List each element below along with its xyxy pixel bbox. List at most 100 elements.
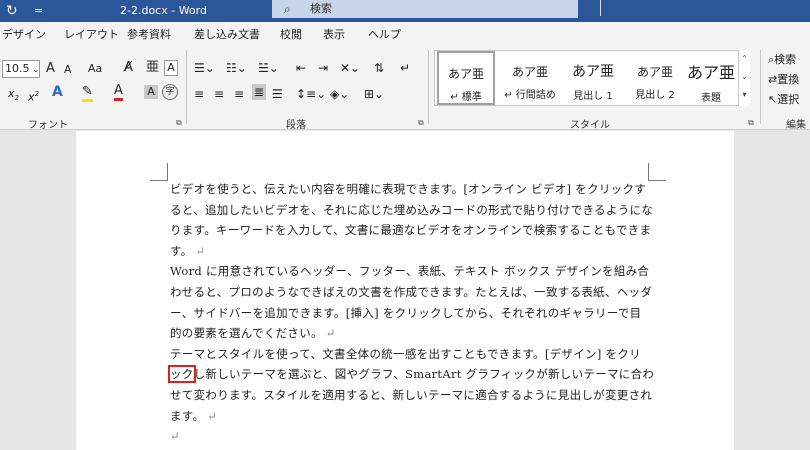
select-label: 選択 [777,93,800,106]
text-line-content: せて変わります。スタイルを適用すると、新しいテーマに適合するように見出しが変更さ… [170,387,653,402]
numbering-icon[interactable]: ☷⌄ [226,60,247,76]
decrease-indent-icon[interactable]: ⇤ [296,60,306,76]
tab-mailings[interactable]: 差し込み文書 [194,26,260,42]
borders-icon[interactable]: ⊞⌄ [364,86,384,102]
tab-references[interactable]: 参考資料 [127,26,171,42]
style-sample: あア亜 [572,64,614,80]
font-size-select[interactable]: 10.5 ⌄ [2,60,40,78]
char-border-button[interactable]: A [164,60,178,76]
text-line-content: Word に用意されているヘッダー、フッター、表紙、テキスト ボックス デザイン… [170,264,650,279]
change-case-button[interactable]: Aa [88,61,102,77]
find-button[interactable]: ⌕検索 [768,52,796,68]
style-name-text: 見出し 1 [573,91,613,102]
styles-group-label: スタイル [570,120,610,131]
scroll-down-icon[interactable]: ⌄ [739,68,750,86]
style-title[interactable]: あア亜 表題 [683,51,739,105]
grow-font-button[interactable]: A [46,61,55,77]
bullets-icon[interactable]: ☰⌄ [194,60,215,76]
text-line-content: ー、サイドバーを追加できます。[挿入] をクリックしてから、それぞれのギャラリー… [170,305,642,320]
superscript-button[interactable]: x2 [28,86,39,106]
text-line-content: ります。キーワードを入力して、文書に最適なビデオをオンラインで検索することもでき… [170,223,652,238]
style-sample: あア亜 [636,65,673,79]
shrink-font-button[interactable]: A [64,62,72,78]
text-line: 的の要素を選んでください。 ↵ [170,323,646,344]
font-color-button[interactable]: A [114,84,123,101]
text-line-content: す。 [170,243,193,258]
margin-corner-mark [150,163,168,181]
justify-icon[interactable]: ≣ [252,84,267,100]
text-line: ー、サイドバーを追加できます。[挿入] をクリックしてから、それぞれのギャラリー… [170,303,646,324]
font-dialog-launcher-icon[interactable]: ⧉ [176,118,182,128]
multilevel-list-icon[interactable]: ☱⌄ [258,60,279,76]
replace-label: 置換 [777,73,800,86]
replace-button[interactable]: ⇄置換 [768,72,799,88]
scroll-up-icon[interactable]: ⌃ [739,50,750,68]
increase-indent-icon[interactable]: ⇥ [318,60,328,76]
text-line: テーマとスタイルを使って、文書全体の統一感を出すこともできます。[デザイン] を… [170,344,646,365]
tab-review[interactable]: 校閲 [280,26,302,42]
enclose-char-button[interactable]: 字 [162,84,178,100]
style-name-text: 見出し 2 [635,90,675,101]
distributed-icon[interactable]: ☰ [272,86,283,102]
style-name: ↵ 行間詰め [499,86,561,101]
text-line: Word に用意されているヘッダー、フッター、表紙、テキスト ボックス デザイン… [170,261,650,282]
style-no-spacing[interactable]: あア亜 ↵ 行間詰め [499,51,561,105]
phonetic-guide-icon[interactable]: 亜 [146,60,159,76]
line-spacing-icon[interactable]: ↕≡⌄ [296,86,326,102]
text-line: す。 ↵ [170,241,646,262]
show-marks-icon[interactable]: ↵ [400,60,410,76]
document-page[interactable]: ビデオを使うと、伝えたい内容を明確に表現できます。[オンライン ビデオ] をクリ… [76,131,734,450]
text-line: せて変わります。スタイルを適用すると、新しいテーマに適合するように見出しが変更さ… [170,385,652,406]
text-line-content: 的の要素を選んでください。 [170,326,323,341]
search-box[interactable]: ⌕ 検索 [272,0,578,18]
quick-access-customize-button[interactable]: = [34,2,43,20]
style-name-text: 標準 [461,92,482,103]
char-shading-button[interactable]: A [144,85,158,99]
search-icon: ⌕ [284,2,291,16]
clear-format-icon[interactable]: A̸ [124,60,133,76]
asian-layout-icon[interactable]: ✕⌄ [340,60,360,76]
document-body[interactable]: ビデオを使うと、伝えたい内容を明確に表現できます。[オンライン ビデオ] をクリ… [168,179,654,447]
shading-icon[interactable]: ◈⌄ [330,86,349,102]
paragraph-mark: ↵ [170,429,180,444]
group-divider [186,50,187,124]
styles-dialog-launcher-icon[interactable]: ⧉ [748,118,754,128]
select-button[interactable]: ↖選択 [768,92,799,108]
autosave-icon[interactable]: ↻ [6,2,18,20]
style-name-text: 表題 [701,93,721,104]
style-heading-2[interactable]: あア亜 見出し 2 [625,51,685,105]
align-center-icon[interactable]: ≡ [214,86,224,102]
paragraph-mark: ↵ [195,243,206,258]
text-effects-button[interactable]: A [52,84,63,100]
text-line-content: し新しいテーマを選ぶと、図やグラフ、SmartArt グラフィックが新しいテーマ… [193,367,655,382]
highlight-color-icon[interactable]: ✎ [82,84,93,102]
chevron-down-icon: ⌄ [32,65,40,74]
sort-icon[interactable]: ⇅ [374,60,384,76]
style-heading-1[interactable]: あア亜 見出し 1 [563,51,623,105]
tab-layout[interactable]: レイアウト [64,26,119,42]
group-divider [428,50,429,124]
style-normal[interactable]: あア亜 ↵ 標準 [437,51,495,105]
selected-text-highlight[interactable]: ック [168,365,196,384]
styles-gallery-scroll[interactable]: ⌃ ⌄ ▾ [738,50,750,106]
text-line: ↵ [170,426,646,447]
tab-view[interactable]: 表示 [323,26,345,42]
more-styles-icon[interactable]: ▾ [739,86,750,104]
text-line-content: ます。 [170,408,205,423]
group-divider [760,50,761,124]
subscript-button[interactable]: x2 [8,86,19,106]
window-control[interactable] [600,0,612,16]
text-line: わせると、プロのようなできばえの文書を作成できます。たとえば、一致する表紙、ヘッ… [170,282,652,303]
align-left-icon[interactable]: ≡ [194,86,204,102]
font-size-value: 10.5 [5,62,30,75]
tab-help[interactable]: ヘルプ [368,26,401,42]
style-prefix: ↵ [450,92,459,103]
tab-design[interactable]: デザイン [2,26,46,42]
text-line: ビデオを使うと、伝えたい内容を明確に表現できます。[オンライン ビデオ] をクリ… [170,179,646,200]
window-title: 2-2.docx - Word [120,4,207,17]
ribbon-tabs: デザイン レイアウト 参考資料 差し込み文書 校閲 表示 ヘルプ [0,22,810,46]
paragraph-dialog-launcher-icon[interactable]: ⧉ [418,118,424,128]
paragraph-mark: ↵ [207,408,218,423]
text-line: ます。 ↵ [170,406,646,427]
align-right-icon[interactable]: ≡ [234,86,244,102]
